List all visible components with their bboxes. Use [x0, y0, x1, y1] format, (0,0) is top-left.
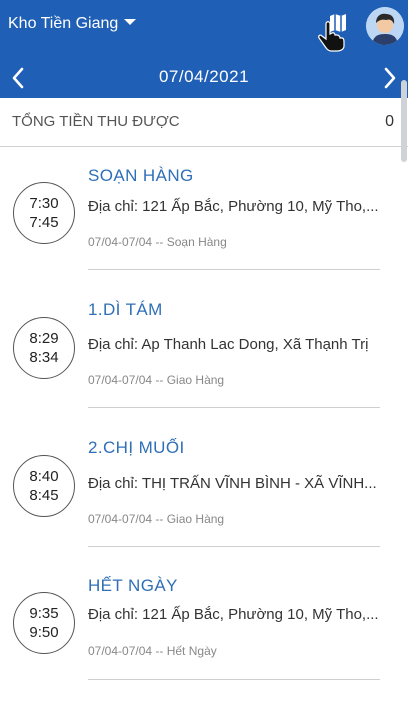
item-divider [88, 407, 380, 408]
map-button[interactable] [316, 10, 350, 52]
item-address: Địa chỉ: 121 Ấp Bắc, Phường 10, Mỹ Tho,.… [88, 198, 379, 215]
start-time: 8:29 [29, 330, 59, 347]
item-meta: 07/04-07/04 -- Soạn Hàng [88, 235, 227, 249]
item-meta: 07/04-07/04 -- Giao Hàng [88, 512, 225, 526]
item-title: 2.CHỊ MUỐI [88, 438, 185, 457]
warehouse-name: Kho Tiền Giang [8, 15, 119, 32]
item-meta: 07/04-07/04 -- Hết Ngày [88, 644, 217, 658]
list-item[interactable]: 8:40 8:45 2.CHỊ MUỐI Địa chỉ: THỊ TRẤN V… [0, 424, 408, 563]
time-badge: 8:29 8:34 [13, 317, 75, 379]
item-title: SOẠN HÀNG [88, 166, 194, 185]
total-collected-row: TỔNG TIỀN THU ĐƯỢC 0 [0, 98, 408, 147]
item-address: Địa chỉ: Ap Thanh Lac Dong, Xã Thạnh Trị [88, 336, 369, 353]
end-time: 7:45 [29, 214, 59, 231]
item-address: Địa chỉ: 121 Ấp Bắc, Phường 10, Mỹ Tho,.… [88, 606, 379, 623]
warehouse-selector[interactable]: Kho Tiền Giang [8, 15, 137, 33]
end-time: 9:50 [29, 624, 59, 641]
start-time: 8:40 [29, 468, 59, 485]
user-avatar[interactable] [366, 7, 404, 45]
avatar-icon [366, 7, 404, 45]
list-item[interactable]: 7:30 7:45 SOẠN HÀNG Địa chỉ: 121 Ấp Bắc,… [0, 146, 408, 285]
item-title: HẾT NGÀY [88, 576, 178, 595]
time-badge: 9:35 9:50 [13, 592, 75, 654]
list-item[interactable]: 8:29 8:34 1.DÌ TÁM Địa chỉ: Ap Thanh Lac… [0, 285, 408, 424]
item-meta: 07/04-07/04 -- Giao Hàng [88, 373, 225, 387]
next-day-button[interactable] [380, 66, 398, 90]
total-collected-label: TỔNG TIỀN THU ĐƯỢC [12, 113, 180, 130]
item-title: 1.DÌ TÁM [88, 300, 163, 319]
end-time: 8:34 [29, 349, 59, 366]
map-icon [318, 14, 346, 52]
item-divider [88, 269, 380, 270]
time-badge: 8:40 8:45 [13, 455, 75, 517]
item-divider [88, 679, 380, 680]
current-date: 07/04/2021 [158, 67, 250, 86]
time-badge: 7:30 7:45 [13, 182, 75, 244]
item-address: Địa chỉ: THỊ TRẤN VĨNH BÌNH - XÃ VĨNH... [88, 475, 377, 492]
total-collected-value: 0 [385, 113, 394, 130]
chevron-right-icon [384, 67, 396, 89]
start-time: 9:35 [29, 605, 59, 622]
item-divider [88, 546, 380, 547]
caret-down-icon [124, 19, 137, 25]
list-item[interactable]: 9:35 9:50 HẾT NGÀY Địa chỉ: 121 Ấp Bắc, … [0, 563, 408, 702]
start-time: 7:30 [29, 195, 59, 212]
app-header: Kho Tiền Giang 07/04/2021 [0, 0, 408, 98]
end-time: 8:45 [29, 487, 59, 504]
